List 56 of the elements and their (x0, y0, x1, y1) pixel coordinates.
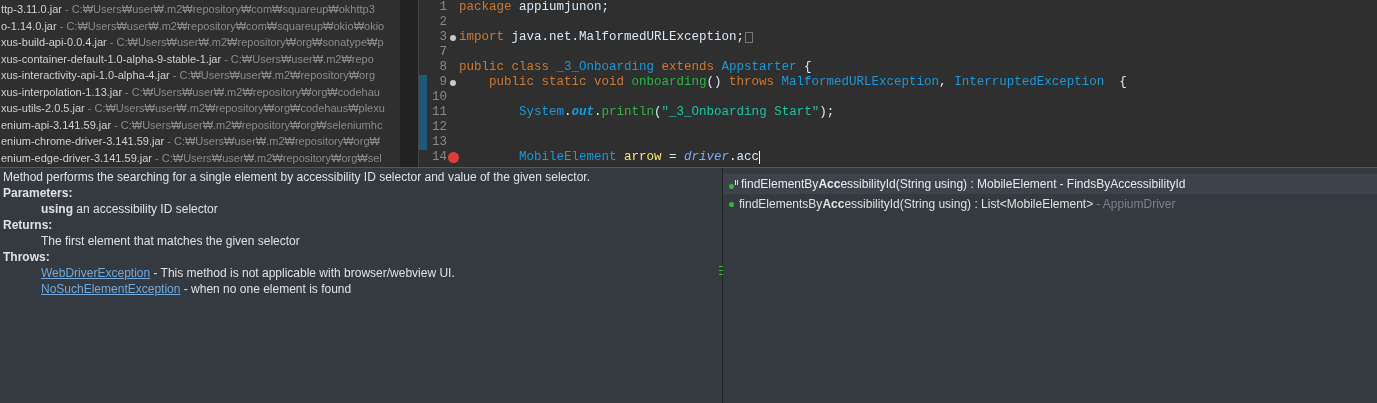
line-number: 8 (438, 59, 447, 76)
jar-name[interactable]: enium-chrome-driver-3.141.59.jar (1, 133, 165, 150)
line-number: 1 (438, 0, 447, 16)
line-number: 2 (438, 14, 447, 31)
text-cursor (759, 151, 761, 164)
jar-name[interactable]: xus-build-api-0.0.4.jar (1, 34, 107, 51)
jar-name[interactable]: o-1.14.0.jar (1, 17, 57, 34)
jar-path: - C:₩Users₩user₩.m2₩repository₩org (171, 68, 376, 83)
exception-link[interactable]: WebDriverException (41, 265, 151, 281)
line-number: 14 (431, 149, 447, 167)
jar-path: - C:₩Users₩user₩.m2₩repository₩org₩sonatype₩p (108, 35, 384, 50)
scrollbar-track[interactable] (400, 0, 418, 167)
line-number: 13 (431, 134, 447, 151)
completion-item[interactable]: findElementsByAccessibilityId(String using) : List<MobileElement> - AppiumDriver (723, 194, 1377, 214)
jar-name[interactable]: xus-interpolation-1.13.jar (1, 83, 123, 100)
jar-name[interactable]: enium-edge-driver-3.141.59.jar (1, 149, 153, 166)
jar-name[interactable]: xus-container-default-1.0-alpha-9-stable-1.jar (1, 50, 222, 67)
fold-marker-icon[interactable] (450, 34, 456, 41)
javadoc-text: - when no one element is found (182, 281, 352, 297)
javadoc-heading: Returns: (3, 217, 54, 233)
jar-path: - C:₩Users₩user₩.m2₩repository₩com₩squareup₩okio₩okio (58, 18, 385, 34)
collapsed-code-icon[interactable] (745, 32, 754, 43)
javadoc-heading: Throws: (3, 249, 51, 265)
jar-path: - C:₩Users₩user₩.m2₩repository₩com₩squareup₩okhttp3 (63, 2, 375, 17)
code-line: public static void onboarding() throws MalformedURLException, InterruptedException { (488, 74, 1127, 92)
code-line: System.out.println("_3_Onboarding Start"); (518, 104, 835, 122)
jar-path: - C:₩Users₩user₩.m2₩repository₩org₩codehaus₩plexu (86, 101, 385, 116)
code-line: public class _3_Onboarding extends Appstarter { (459, 59, 812, 76)
method-icon (729, 179, 738, 189)
jar-name[interactable]: ttp-3.11.0.jar (1, 1, 62, 18)
line-number: 10 (431, 89, 447, 106)
completion-item[interactable]: findElementByAccessibilityId(String using) : MobileElement - FindsByAccessibilityId (723, 174, 1377, 194)
code-line: package appiumjunon; (459, 0, 610, 17)
javadoc-summary: Method performs the searching for a single element by accessibility ID selector and value of the given selector. (3, 169, 591, 185)
jar-path: - C:₩Users₩user₩.m2₩repository₩org₩seleniumhc (113, 117, 383, 133)
javadoc-text: using an accessibility ID selector (41, 202, 218, 216)
javadoc-text: - This method is not applicable with browser/webview UI. (152, 265, 455, 281)
jar-path: - C:₩Users₩user₩.m2₩repository₩org₩sel (154, 150, 382, 166)
line-number: 9 (438, 74, 447, 91)
method-icon (729, 201, 734, 207)
jar-name[interactable]: xus-utils-2.0.5.jar (1, 100, 85, 117)
javadoc-text: The first element that matches the given selector (41, 234, 300, 248)
code-line: import java.net.MalformedURLException; (459, 29, 745, 47)
code-line: MobileElement arrow = driver.acc (518, 149, 761, 167)
jar-name[interactable]: xus-interactivity-api-1.0-alpha-4.jar (1, 67, 170, 84)
jar-name[interactable]: enium-api-3.141.59.jar (1, 116, 112, 133)
line-number: 7 (438, 44, 447, 61)
line-number: 11 (431, 104, 447, 121)
fold-marker-icon[interactable] (450, 79, 456, 86)
line-number: 3 (438, 29, 447, 46)
jar-path: - C:₩Users₩user₩.m2₩repository₩org₩ (166, 134, 380, 149)
line-number: 12 (431, 119, 447, 136)
javadoc-heading: Parameters: (3, 185, 74, 201)
jar-path: - C:₩Users₩user₩.m2₩repo (223, 51, 374, 67)
jar-path: - C:₩Users₩user₩.m2₩repository₩org₩codehau (124, 84, 380, 100)
exception-link[interactable]: NoSuchElementException (41, 281, 181, 297)
